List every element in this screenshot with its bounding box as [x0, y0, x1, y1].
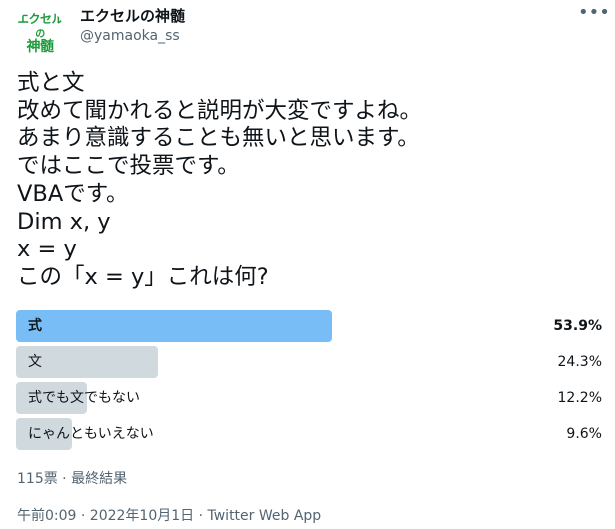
tweet-line: あまり意識することも無いと思います。	[17, 125, 420, 152]
tweet-line: Dim x, y	[17, 208, 111, 235]
author-handle[interactable]: @yamaoka_ss	[80, 28, 180, 44]
poll-option[interactable]: 文 24.3%	[16, 346, 602, 378]
poll-option[interactable]: 式 53.9%	[16, 310, 602, 342]
poll-option-percent: 24.3%	[557, 354, 602, 370]
poll-bar	[16, 310, 332, 342]
poll-option-label: 文	[28, 354, 42, 370]
author-display-name[interactable]: エクセルの神髄	[80, 5, 185, 26]
poll: 式 53.9% 文 24.3% 式でも文でもない 12.2% にゃんともいえない…	[16, 310, 602, 454]
poll-summary: 115票 · 最終結果	[17, 471, 128, 487]
avatar-text-line-3: 神髄	[26, 39, 55, 55]
poll-option-percent: 53.9%	[553, 318, 602, 334]
tweet-text: 式と文 改めて聞かれると説明が大変ですよね。 あまり意識することも無いと思います…	[17, 70, 607, 292]
poll-option[interactable]: 式でも文でもない 12.2%	[16, 382, 602, 414]
tweet-line: VBAです。	[17, 180, 129, 207]
tweet-line: この「x = y」これは何?	[17, 263, 269, 290]
poll-option-label: にゃんともいえない	[28, 426, 154, 442]
tweet-line: ではここで投票です。	[17, 153, 240, 180]
avatar[interactable]: エクセル の 神髄	[16, 8, 64, 56]
more-options-icon[interactable]: •••	[578, 3, 610, 23]
tweet-timestamp[interactable]: 午前0:09 · 2022年10月1日 · Twitter Web App	[17, 505, 321, 525]
poll-option-label: 式	[28, 318, 42, 334]
poll-option[interactable]: にゃんともいえない 9.6%	[16, 418, 602, 450]
poll-option-percent: 9.6%	[566, 426, 602, 442]
poll-option-percent: 12.2%	[557, 390, 602, 406]
poll-option-label: 式でも文でもない	[28, 390, 140, 406]
tweet-line: x = y	[17, 236, 77, 263]
tweet-line: 式と文	[17, 70, 85, 96]
tweet-line: 改めて聞かれると説明が大変ですよね。	[17, 97, 423, 124]
